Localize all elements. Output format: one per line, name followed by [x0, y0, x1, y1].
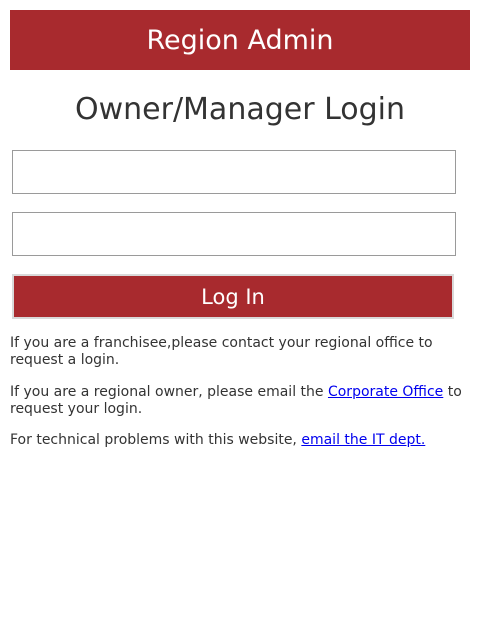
password-input[interactable] — [12, 212, 456, 256]
corporate-office-link[interactable]: Corporate Office — [328, 384, 443, 400]
page: Region Admin Owner/Manager Login Log In … — [0, 0, 480, 640]
login-button-label: Log In — [201, 284, 265, 309]
header-bar: Region Admin — [10, 10, 470, 70]
technical-info-prefix: For technical problems with this website… — [10, 432, 302, 448]
page-title: Owner/Manager Login — [74, 92, 406, 127]
login-button[interactable]: Log In — [12, 274, 454, 319]
technical-info-text: For technical problems with this website… — [10, 432, 465, 449]
email-it-dept-link[interactable]: email the IT dept. — [301, 432, 425, 448]
header-title: Region Admin — [146, 24, 334, 56]
franchisee-info-text: If you are a franchisee,please contact y… — [10, 335, 433, 368]
username-input[interactable] — [12, 150, 456, 194]
regional-info-prefix: If you are a regional owner, please emai… — [10, 384, 328, 400]
regional-owner-info-text: If you are a regional owner, please emai… — [10, 384, 465, 418]
